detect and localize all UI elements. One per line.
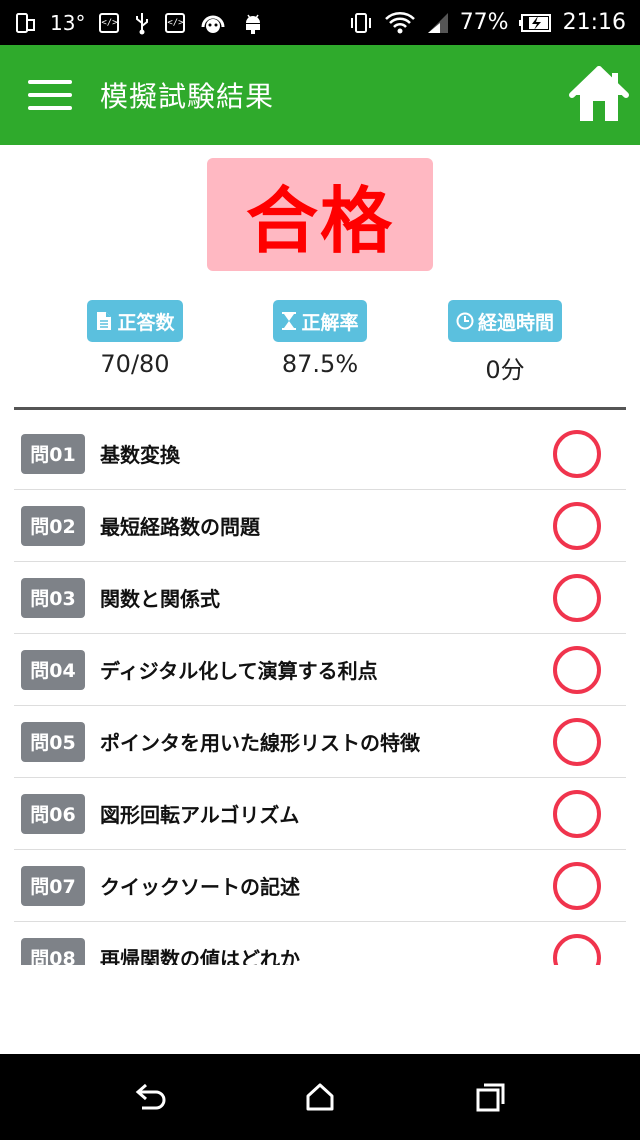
stat-label-text: 正解率 xyxy=(301,311,359,334)
correct-circle-icon xyxy=(553,646,601,694)
battery-icon xyxy=(518,13,553,33)
recents-button[interactable] xyxy=(460,1074,520,1120)
question-row[interactable]: 問03 関数と関係式 xyxy=(14,562,626,634)
question-row[interactable]: 問05 ポインタを用いた線形リストの特徴 xyxy=(14,706,626,778)
question-row[interactable]: 問06 図形回転アルゴリズム xyxy=(14,778,626,850)
question-title: 再帰関数の値はどれか xyxy=(100,947,300,965)
status-bar: 13° </> </> 77% 21:16 xyxy=(0,0,640,45)
vibrate-icon xyxy=(348,11,374,35)
question-number: 問03 xyxy=(21,577,85,618)
question-title: ポインタを用いた線形リストの特徴 xyxy=(100,731,420,755)
code-icon: </> xyxy=(99,12,120,33)
temperature-text: 13° xyxy=(50,10,86,35)
question-number: 問06 xyxy=(21,793,85,834)
android-icon xyxy=(241,11,265,35)
hamburger-icon xyxy=(28,80,72,110)
question-number: 問01 xyxy=(21,433,85,474)
question-title: 関数と関係式 xyxy=(100,587,220,611)
question-row[interactable]: 問02 最短経路数の問題 xyxy=(14,490,626,562)
usb-icon xyxy=(133,11,151,35)
question-title: 図形回転アルゴリズム xyxy=(100,803,300,827)
question-title: ディジタル化して演算する利点 xyxy=(100,659,378,683)
divider xyxy=(14,407,626,410)
correct-circle-icon xyxy=(553,430,601,478)
question-row[interactable]: 問07 クイックソートの記述 xyxy=(14,850,626,922)
correct-circle-icon xyxy=(553,934,601,965)
stat-label-badge: 正解率 xyxy=(273,300,367,342)
correct-circle-icon xyxy=(553,790,601,838)
question-title: クイックソートの記述 xyxy=(100,875,300,899)
headset-icon xyxy=(199,11,227,35)
stat-value: 70/80 xyxy=(100,350,170,378)
home-outline-icon xyxy=(306,1083,334,1111)
home-icon xyxy=(569,66,629,121)
correct-circle-icon xyxy=(553,502,601,550)
question-title: 最短経路数の問題 xyxy=(100,515,260,539)
phone-rotate-icon xyxy=(14,12,36,34)
stat-correct-count: 正答数 70/80 xyxy=(50,300,220,378)
hourglass-icon xyxy=(282,312,297,330)
document-icon xyxy=(97,312,112,330)
wifi-icon xyxy=(384,10,416,36)
question-title: 基数変換 xyxy=(100,443,180,467)
question-list[interactable]: 問01 基数変換 問02 最短経路数の問題 問03 関数と関係式 問04 ディジ… xyxy=(14,418,626,965)
system-nav-bar xyxy=(0,1054,640,1140)
stat-label-text: 正答数 xyxy=(117,311,175,334)
page-title: 模擬試験結果 xyxy=(100,80,275,113)
clock-time: 21:16 xyxy=(562,10,626,35)
question-row[interactable]: 問04 ディジタル化して演算する利点 xyxy=(14,634,626,706)
stat-value: 87.5% xyxy=(281,350,359,378)
stat-elapsed-time: 経過時間 0分 xyxy=(420,300,590,385)
recents-icon xyxy=(476,1083,505,1112)
correct-circle-icon xyxy=(553,718,601,766)
clock-icon xyxy=(456,312,474,330)
back-icon xyxy=(135,1083,166,1110)
home-button[interactable] xyxy=(568,65,630,125)
stat-label-text: 経過時間 xyxy=(477,311,554,334)
menu-button[interactable] xyxy=(0,45,100,145)
stat-label-badge: 正答数 xyxy=(87,300,183,342)
code-icon-2: </> xyxy=(165,12,186,33)
battery-percent: 77% xyxy=(459,10,509,35)
home-nav-button[interactable] xyxy=(290,1074,350,1120)
app-bar: 模擬試験結果 xyxy=(0,45,640,145)
question-number: 問08 xyxy=(21,937,85,965)
question-number: 問07 xyxy=(21,865,85,906)
back-button[interactable] xyxy=(120,1074,180,1120)
question-number: 問02 xyxy=(21,505,85,546)
question-number: 問04 xyxy=(21,649,85,690)
correct-circle-icon xyxy=(553,574,601,622)
signal-icon xyxy=(426,11,450,35)
question-row[interactable]: 問01 基数変換 xyxy=(14,418,626,490)
stat-accuracy: 正解率 87.5% xyxy=(235,300,405,378)
stat-value: 0分 xyxy=(485,356,525,384)
stats-panel: 正答数 70/80 正解率 87.5% 経過時間 0分 xyxy=(0,300,640,384)
correct-circle-icon xyxy=(553,862,601,910)
result-badge: 合格 xyxy=(207,158,433,271)
question-row[interactable]: 問08 再帰関数の値はどれか xyxy=(14,922,626,965)
result-label: 合格 xyxy=(245,179,394,263)
question-number: 問05 xyxy=(21,721,85,762)
stat-label-badge: 経過時間 xyxy=(447,300,562,342)
